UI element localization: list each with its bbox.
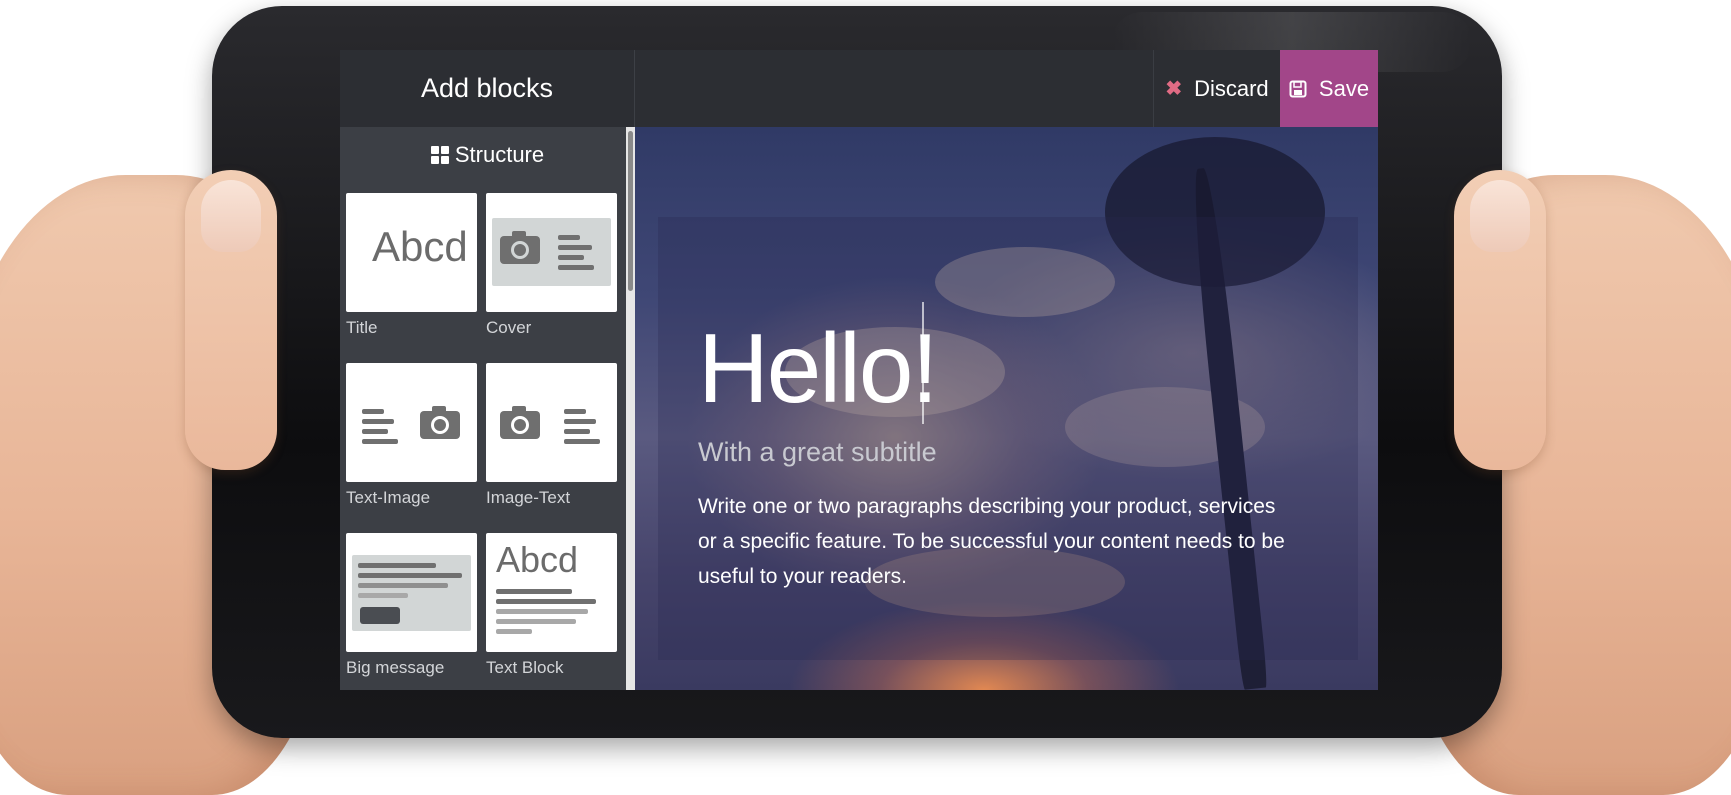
- text-image-thumbnail: [346, 363, 477, 482]
- structure-label: Structure: [454, 141, 545, 167]
- scrollbar-thumb[interactable]: [628, 131, 633, 291]
- structure-section-title: Structure: [340, 127, 635, 182]
- hero-paragraph[interactable]: Write one or two paragraphs describing y…: [698, 489, 1298, 594]
- editor-toolbar: ✖ Discard Save: [635, 50, 1378, 127]
- block-label: Big message: [346, 658, 445, 677]
- save-button[interactable]: Save: [1280, 50, 1378, 127]
- hero-subtitle[interactable]: With a great subtitle: [698, 437, 937, 468]
- save-label: Save: [1318, 75, 1370, 101]
- hero-title[interactable]: Hello!: [698, 312, 939, 425]
- block-title[interactable]: Abcd Title: [346, 193, 477, 338]
- discard-button[interactable]: ✖ Discard: [1153, 50, 1280, 127]
- text-block-thumbnail: Abcd: [486, 533, 617, 652]
- block-label: Image-Text: [486, 488, 571, 507]
- block-label: Text Block: [486, 658, 564, 677]
- tablet-screen: Add blocks Structure Abcd Title Cover Te…: [340, 50, 1378, 690]
- cover-block-preview[interactable]: Hello! With a great subtitle Write one o…: [635, 127, 1378, 690]
- abcd-text: Abcd: [372, 223, 468, 270]
- camera-icon: [500, 406, 540, 439]
- cover-thumbnail: [486, 193, 617, 312]
- abcd-text: Abcd: [496, 539, 579, 580]
- block-text-block[interactable]: Abcd Text Block: [486, 533, 617, 678]
- camera-icon: [420, 406, 460, 439]
- block-text-image[interactable]: Text-Image: [346, 363, 477, 508]
- image-text-thumbnail: [486, 363, 617, 482]
- block-big-message[interactable]: Big message: [346, 533, 477, 678]
- sidebar-title: Add blocks: [340, 50, 635, 127]
- block-label: Text-Image: [346, 488, 431, 507]
- block-cover[interactable]: Cover: [486, 193, 617, 338]
- add-blocks-sidebar: Add blocks Structure Abcd Title Cover Te…: [340, 50, 635, 690]
- left-thumb: [185, 170, 277, 470]
- big-message-thumbnail: [346, 533, 477, 652]
- close-icon: ✖: [1165, 78, 1183, 100]
- title-thumbnail: Abcd: [346, 193, 477, 312]
- grid-icon: [430, 145, 449, 164]
- floppy-disk-icon: [1289, 80, 1307, 97]
- text-cursor: [922, 302, 924, 424]
- sidebar-scrollbar[interactable]: [626, 127, 635, 690]
- camera-icon: [500, 231, 540, 264]
- discard-label: Discard: [1194, 75, 1269, 101]
- block-image-text[interactable]: Image-Text: [486, 363, 617, 508]
- block-label: Title: [346, 318, 378, 337]
- block-label: Cover: [486, 318, 532, 337]
- right-thumb: [1454, 170, 1546, 470]
